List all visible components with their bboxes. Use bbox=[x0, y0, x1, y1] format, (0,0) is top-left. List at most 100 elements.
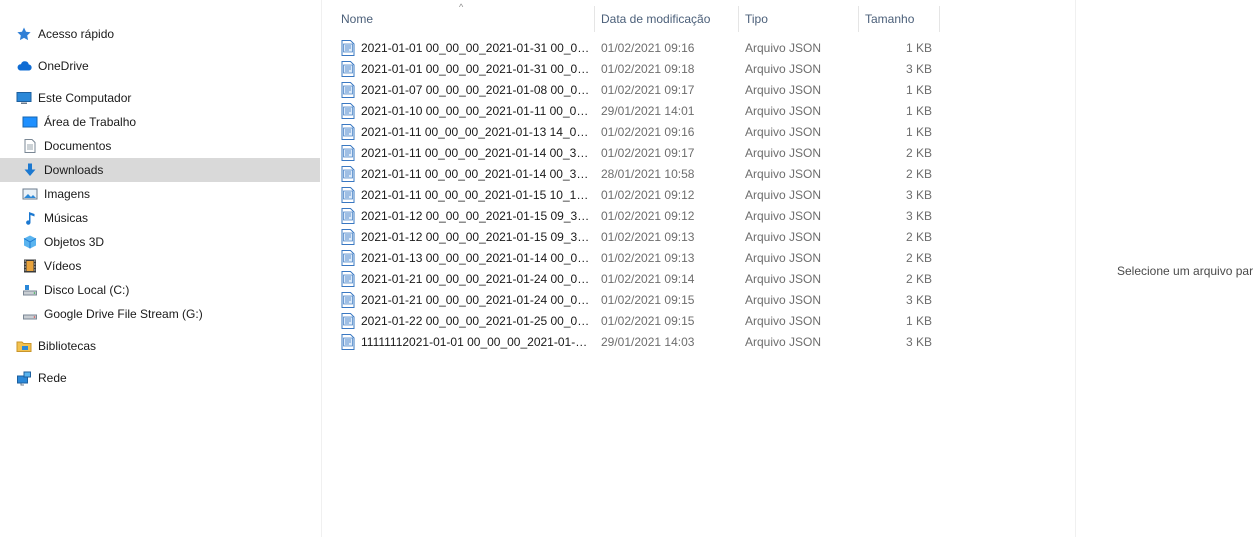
nav-item-label: Rede bbox=[38, 371, 67, 385]
nav-item-label: Documentos bbox=[44, 139, 112, 153]
nav-item-label: Área de Trabalho bbox=[44, 115, 137, 129]
nav-item-label: OneDrive bbox=[38, 59, 89, 73]
file-name-cell: 2021-01-12 00_00_00_2021-01-15 09_35_0..… bbox=[341, 205, 591, 226]
file-size: 2 KB bbox=[905, 166, 932, 181]
file-date-modified: 01/02/2021 09:16 bbox=[601, 40, 695, 55]
file-name-cell: 2021-01-13 00_00_00_2021-01-14 00_00_0..… bbox=[341, 247, 591, 268]
file-size: 1 KB bbox=[905, 103, 932, 118]
json-file-icon bbox=[341, 123, 355, 140]
file-type: Arquivo JSON bbox=[745, 103, 822, 118]
json-file-icon bbox=[341, 81, 355, 98]
file-row[interactable]: 2021-01-07 00_00_00_2021-01-08 00_00_0..… bbox=[335, 79, 941, 100]
file-size: 3 KB bbox=[905, 208, 932, 223]
json-file-icon bbox=[341, 228, 355, 245]
file-row[interactable]: 2021-01-13 00_00_00_2021-01-14 00_00_0..… bbox=[335, 247, 941, 268]
file-name: 2021-01-01 00_00_00_2021-01-31 00_00_0..… bbox=[361, 61, 591, 76]
file-name: 2021-01-21 00_00_00_2021-01-24 00_00_0..… bbox=[361, 271, 591, 286]
file-row[interactable]: 2021-01-21 00_00_00_2021-01-24 00_00_0..… bbox=[335, 268, 941, 289]
file-row[interactable]: 2021-01-01 00_00_00_2021-01-31 00_00_0..… bbox=[335, 58, 941, 79]
nav-item-videos[interactable]: Vídeos bbox=[0, 254, 320, 278]
file-date-modified: 01/02/2021 09:16 bbox=[601, 124, 695, 139]
nav-item-downloads[interactable]: Downloads bbox=[0, 158, 320, 182]
file-date-modified: 01/02/2021 09:13 bbox=[601, 250, 695, 265]
nav-item-label: Disco Local (C:) bbox=[44, 283, 130, 297]
file-row[interactable]: 2021-01-21 00_00_00_2021-01-24 00_00_0..… bbox=[335, 289, 941, 310]
nav-item-google-drive-g[interactable]: Google Drive File Stream (G:) bbox=[0, 302, 320, 326]
file-size: 1 KB bbox=[905, 40, 932, 55]
nav-item-3d-objects[interactable]: Objetos 3D bbox=[0, 230, 320, 254]
file-name: 2021-01-11 00_00_00_2021-01-14 00_30_0..… bbox=[361, 166, 591, 181]
nav-item-local-disk-c[interactable]: Disco Local (C:) bbox=[0, 278, 320, 302]
file-row[interactable]: 2021-01-11 00_00_00_2021-01-13 14_09_0..… bbox=[335, 121, 941, 142]
file-date-modified: 29/01/2021 14:03 bbox=[601, 334, 695, 349]
json-file-icon bbox=[341, 165, 355, 182]
file-row[interactable]: 11111112021-01-01 00_00_00_2021-01-31 ..… bbox=[335, 331, 941, 352]
file-type: Arquivo JSON bbox=[745, 145, 822, 160]
file-name: 2021-01-22 00_00_00_2021-01-25 00_00_0..… bbox=[361, 313, 591, 328]
nav-item-label: Músicas bbox=[44, 211, 89, 225]
file-type: Arquivo JSON bbox=[745, 124, 822, 139]
file-row[interactable]: 2021-01-12 00_00_00_2021-01-15 09_35_0..… bbox=[335, 205, 941, 226]
file-type: Arquivo JSON bbox=[745, 208, 822, 223]
file-date-modified: 28/01/2021 10:58 bbox=[601, 166, 695, 181]
nav-item-music[interactable]: Músicas bbox=[0, 206, 320, 230]
file-date-modified: 01/02/2021 09:17 bbox=[601, 82, 695, 97]
file-row[interactable]: 2021-01-11 00_00_00_2021-01-14 00_30_0..… bbox=[335, 142, 941, 163]
column-header-date-modified[interactable]: Data de modificação bbox=[595, 6, 739, 32]
file-name-cell: 2021-01-11 00_00_00_2021-01-14 00_30_0..… bbox=[341, 163, 591, 184]
file-name: 2021-01-12 00_00_00_2021-01-15 09_36_0..… bbox=[361, 229, 591, 244]
pictures-icon bbox=[22, 186, 38, 202]
file-name-cell: 2021-01-11 00_00_00_2021-01-15 10_14_0..… bbox=[341, 184, 591, 205]
file-size: 2 KB bbox=[905, 145, 932, 160]
file-row[interactable]: 2021-01-11 00_00_00_2021-01-15 10_14_0..… bbox=[335, 184, 941, 205]
nav-item-this-pc[interactable]: Este Computador bbox=[0, 86, 320, 110]
column-header-name[interactable]: Nome bbox=[335, 6, 595, 32]
file-row[interactable]: 2021-01-11 00_00_00_2021-01-14 00_30_0..… bbox=[335, 163, 941, 184]
nav-item-onedrive[interactable]: OneDrive bbox=[0, 54, 320, 78]
nav-item-pictures[interactable]: Imagens bbox=[0, 182, 320, 206]
column-header-label: Nome bbox=[341, 12, 374, 26]
file-type: Arquivo JSON bbox=[745, 229, 822, 244]
file-row[interactable]: 2021-01-12 00_00_00_2021-01-15 09_36_0..… bbox=[335, 226, 941, 247]
file-name-cell: 2021-01-10 00_00_00_2021-01-11 00_00_0..… bbox=[341, 100, 591, 121]
nav-item-label: Objetos 3D bbox=[44, 235, 105, 249]
column-header-size[interactable]: Tamanho bbox=[859, 6, 940, 32]
file-name: 2021-01-10 00_00_00_2021-01-11 00_00_0..… bbox=[361, 103, 591, 118]
column-header-type[interactable]: Tipo bbox=[739, 6, 859, 32]
nav-item-label: Acesso rápido bbox=[38, 27, 115, 41]
file-name: 2021-01-11 00_00_00_2021-01-14 00_30_0..… bbox=[361, 145, 591, 160]
nav-item-label: Google Drive File Stream (G:) bbox=[44, 307, 203, 321]
column-header-row: ^ Nome Data de modificação Tipo Tamanho bbox=[335, 2, 941, 32]
file-size: 1 KB bbox=[905, 82, 932, 97]
json-file-icon bbox=[341, 144, 355, 161]
file-row[interactable]: 2021-01-22 00_00_00_2021-01-25 00_00_0..… bbox=[335, 310, 941, 331]
file-size: 3 KB bbox=[905, 334, 932, 349]
file-name: 2021-01-11 00_00_00_2021-01-13 14_09_0..… bbox=[361, 124, 591, 139]
nav-item-documents[interactable]: Documentos bbox=[0, 134, 320, 158]
nav-item-network[interactable]: Rede bbox=[0, 366, 320, 390]
file-row[interactable]: 2021-01-10 00_00_00_2021-01-11 00_00_0..… bbox=[335, 100, 941, 121]
file-name: 2021-01-21 00_00_00_2021-01-24 00_00_0..… bbox=[361, 292, 591, 307]
file-type: Arquivo JSON bbox=[745, 187, 822, 202]
file-size: 3 KB bbox=[905, 61, 932, 76]
file-type: Arquivo JSON bbox=[745, 292, 822, 307]
computer-icon bbox=[16, 90, 32, 106]
network-icon bbox=[16, 370, 32, 386]
file-explorer-window: Acesso rápido OneDrive Este Computador Á… bbox=[0, 0, 1253, 537]
file-size: 2 KB bbox=[905, 271, 932, 286]
column-header-label: Tamanho bbox=[865, 12, 915, 26]
film-icon bbox=[22, 258, 38, 274]
nav-item-label: Bibliotecas bbox=[38, 339, 97, 353]
json-file-icon bbox=[341, 249, 355, 266]
file-name: 11111112021-01-01 00_00_00_2021-01-31 ..… bbox=[361, 334, 591, 349]
nav-item-quick-access[interactable]: Acesso rápido bbox=[0, 22, 320, 46]
nav-item-desktop[interactable]: Área de Trabalho bbox=[0, 110, 320, 134]
file-name: 2021-01-13 00_00_00_2021-01-14 00_00_0..… bbox=[361, 250, 591, 265]
json-file-icon bbox=[341, 186, 355, 203]
json-file-icon bbox=[341, 60, 355, 77]
json-file-icon bbox=[341, 207, 355, 224]
file-row[interactable]: 2021-01-01 00_00_00_2021-01-31 00_00_0..… bbox=[335, 37, 941, 58]
nav-item-libraries[interactable]: Bibliotecas bbox=[0, 334, 320, 358]
file-type: Arquivo JSON bbox=[745, 166, 822, 181]
json-file-icon bbox=[341, 270, 355, 287]
